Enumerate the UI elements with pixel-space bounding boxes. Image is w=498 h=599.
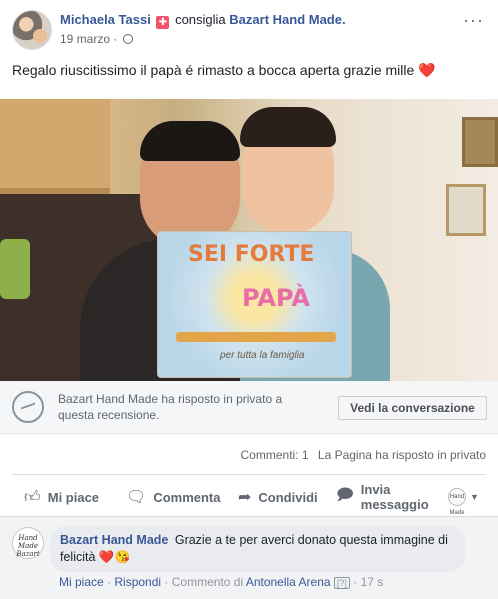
globe-icon[interactable] (122, 34, 133, 44)
share-button[interactable]: ➦ Condividi (238, 478, 318, 516)
wall-frame (462, 117, 498, 167)
private-reply-status: La Pagina ha risposto in privato (317, 448, 486, 462)
comment-meta: Mi piace · Rispondi · Commento di Antone… (59, 575, 383, 589)
meta-dot: · (107, 575, 112, 589)
recommends-text: consiglia (175, 12, 226, 27)
send-message-button[interactable]: 🗩︎ Invia messaggio (336, 478, 431, 516)
child-hair (240, 107, 336, 147)
post-title-line: Michaela Tassi ✚ consiglia Bazart Hand M… (60, 12, 346, 29)
send-message-label: Invia messaggio (360, 482, 429, 512)
comments-count-link[interactable]: Commenti: 1 (241, 448, 309, 462)
green-object (0, 239, 30, 299)
comment-author-link[interactable]: Bazart Hand Made (60, 533, 168, 547)
messenger-icon (12, 391, 44, 423)
post-date-link[interactable]: 19 marzo (60, 32, 110, 46)
commented-by-prefix: Commento di (171, 575, 244, 589)
comments-section: Hand Made Bazart Bazart Hand Made Grazie… (0, 517, 498, 599)
post-meta: 19 marzo · (60, 32, 133, 46)
comment-label: Commenta (153, 489, 221, 505)
like-label: Mi piace (47, 489, 100, 505)
action-bar: 👍︎ Mi piace 🗨︎ Commenta ➦ Condividi 🗩︎ I… (0, 478, 498, 516)
like-button[interactable]: 👍︎ Mi piace (24, 478, 99, 516)
comment-like-link[interactable]: Mi piace (59, 575, 104, 589)
comment-time[interactable]: 17 s (361, 575, 384, 589)
book-cover: SEI FORTE PAPÀ per tutta la famiglia (157, 231, 352, 378)
engagement-counts: Commenti: 1 La Pagina ha risposto in pri… (241, 448, 486, 462)
post-body: Regalo riuscitissimo il papà é rimasto a… (12, 62, 415, 78)
caret-down-icon: ▼ (470, 492, 479, 502)
man-hair (140, 121, 240, 161)
comment-button[interactable]: 🗨︎ Commenta (126, 478, 221, 516)
wall-frame (446, 184, 486, 236)
divider (12, 474, 486, 475)
post-text: Regalo riuscitissimo il papà é rimasto a… (12, 62, 436, 79)
meta-dot: · (353, 575, 358, 589)
private-reply-text: Bazart Hand Made ha risposto in privato … (58, 392, 283, 422)
share-icon: ➦ (238, 489, 252, 506)
comment-reply-link[interactable]: Rispondi (114, 575, 161, 589)
comment-icon: 🗨︎ (126, 489, 147, 506)
page-mini-avatar: Hand Made (448, 488, 466, 516)
share-label: Condividi (258, 489, 318, 505)
book-banner (176, 332, 336, 342)
post-header: Michaela Tassi ✚ consiglia Bazart Hand M… (0, 0, 498, 56)
recommend-icon: ✚ (156, 16, 170, 29)
comment-emojis: ❤️😘 (98, 550, 131, 564)
like-icon: 👍︎ (24, 488, 41, 506)
private-reply-notice: Bazart Hand Made ha risposto in privato … (0, 381, 498, 434)
help-link[interactable]: [?] (333, 577, 350, 589)
commented-by-link[interactable]: Antonella Arena (246, 575, 331, 589)
author-avatar[interactable] (12, 10, 52, 50)
post-photo[interactable]: SEI FORTE PAPÀ per tutta la famiglia (0, 99, 498, 381)
message-icon: 🗩︎ (336, 486, 354, 504)
meta-dot: · (164, 575, 169, 589)
author-name-link[interactable]: Michaela Tassi (60, 12, 151, 27)
book-title-papa: PAPÀ (242, 284, 310, 312)
meta-separator: · (113, 32, 118, 46)
kitchen-cabinet (0, 99, 110, 194)
page-name-link[interactable]: Bazart Hand Made. (229, 12, 345, 27)
book-title: SEI FORTE (188, 242, 315, 267)
page-selector[interactable]: Hand Made ▼ (448, 488, 479, 516)
commenter-avatar[interactable]: Hand Made Bazart (12, 527, 44, 559)
book-subtitle: per tutta la famiglia (220, 350, 305, 361)
heart-emoji: ❤️ (418, 62, 436, 78)
comment-bubble: Bazart Hand Made Grazie a te per averci … (50, 526, 465, 572)
more-icon[interactable]: ··· (463, 10, 484, 31)
view-conversation-button[interactable]: Vedi la conversazione (338, 396, 487, 420)
